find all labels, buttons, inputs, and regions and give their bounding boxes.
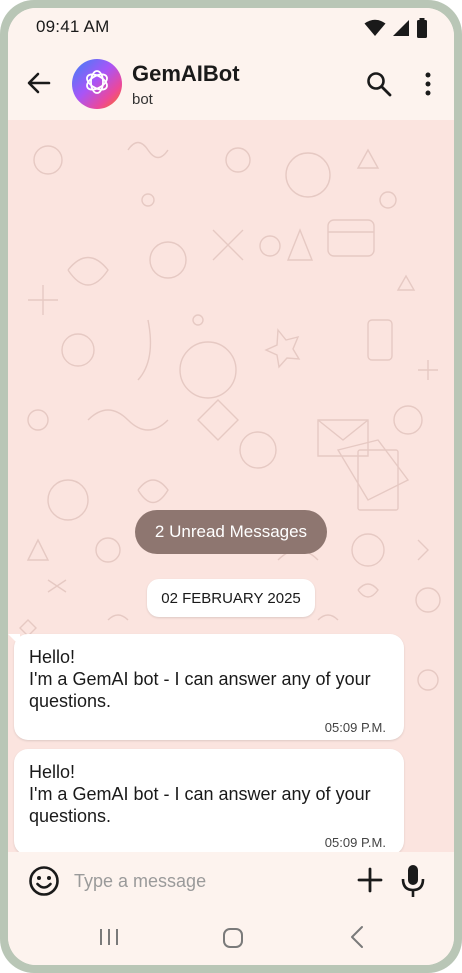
wifi-icon [364,19,386,42]
message-text: Hello! I'm a GemAI bot - I can answer an… [29,647,371,711]
message-time: 05:09 P.M. [324,720,386,735]
message-input[interactable] [74,864,344,898]
date-separator: 02 FEBRUARY 2025 [147,579,315,617]
message-text: Hello! I'm a GemAI bot - I can answer an… [29,762,371,826]
message-bubble[interactable]: Hello! I'm a GemAI bot - I can answer an… [14,749,404,852]
message-composer [8,852,454,910]
battery-icon [416,18,428,43]
system-nav-bar [8,910,454,965]
emoji-button[interactable] [28,865,60,897]
more-options-button[interactable] [414,70,442,98]
plus-icon [356,867,384,898]
more-vert-icon [414,72,442,102]
wallpaper-doodles [19,141,441,841]
home-button[interactable] [222,927,244,949]
back-button[interactable] [26,70,52,96]
avatar[interactable] [72,59,122,109]
status-time: 09:41 AM [36,17,110,36]
device-frame: 09:41 AM GemAIBot bot 2 Unread Messages … [0,0,462,973]
voice-message-button[interactable] [400,864,426,898]
back-arrow-icon [26,72,52,100]
recent-apps-icon [98,929,120,951]
mic-icon [400,865,426,902]
chat-header: GemAIBot bot [8,48,454,120]
status-icons [364,18,428,43]
message-time: 05:09 P.M. [324,835,386,850]
contact-name[interactable]: GemAIBot [132,61,240,87]
bubble-tail [8,634,20,646]
contact-subtitle: bot [132,91,153,108]
nav-back-icon [348,926,366,953]
unread-messages-pill: 2 Unread Messages [135,510,327,554]
message-bubble[interactable]: Hello! I'm a GemAI bot - I can answer an… [8,634,404,740]
signal-icon [392,19,410,42]
home-icon [222,928,244,953]
status-bar: 09:41 AM [8,8,454,48]
search-button[interactable] [365,70,393,98]
system-back-button[interactable] [348,925,366,949]
emoji-icon [28,866,60,901]
phone-screen: 09:41 AM GemAIBot bot 2 Unread Messages … [8,8,454,965]
search-icon [365,72,393,102]
attach-button[interactable] [356,866,384,894]
bot-logo-icon [82,67,112,102]
chat-area[interactable]: 2 Unread Messages 02 FEBRUARY 2025 Hello… [8,120,454,852]
recent-apps-button[interactable] [98,927,120,947]
